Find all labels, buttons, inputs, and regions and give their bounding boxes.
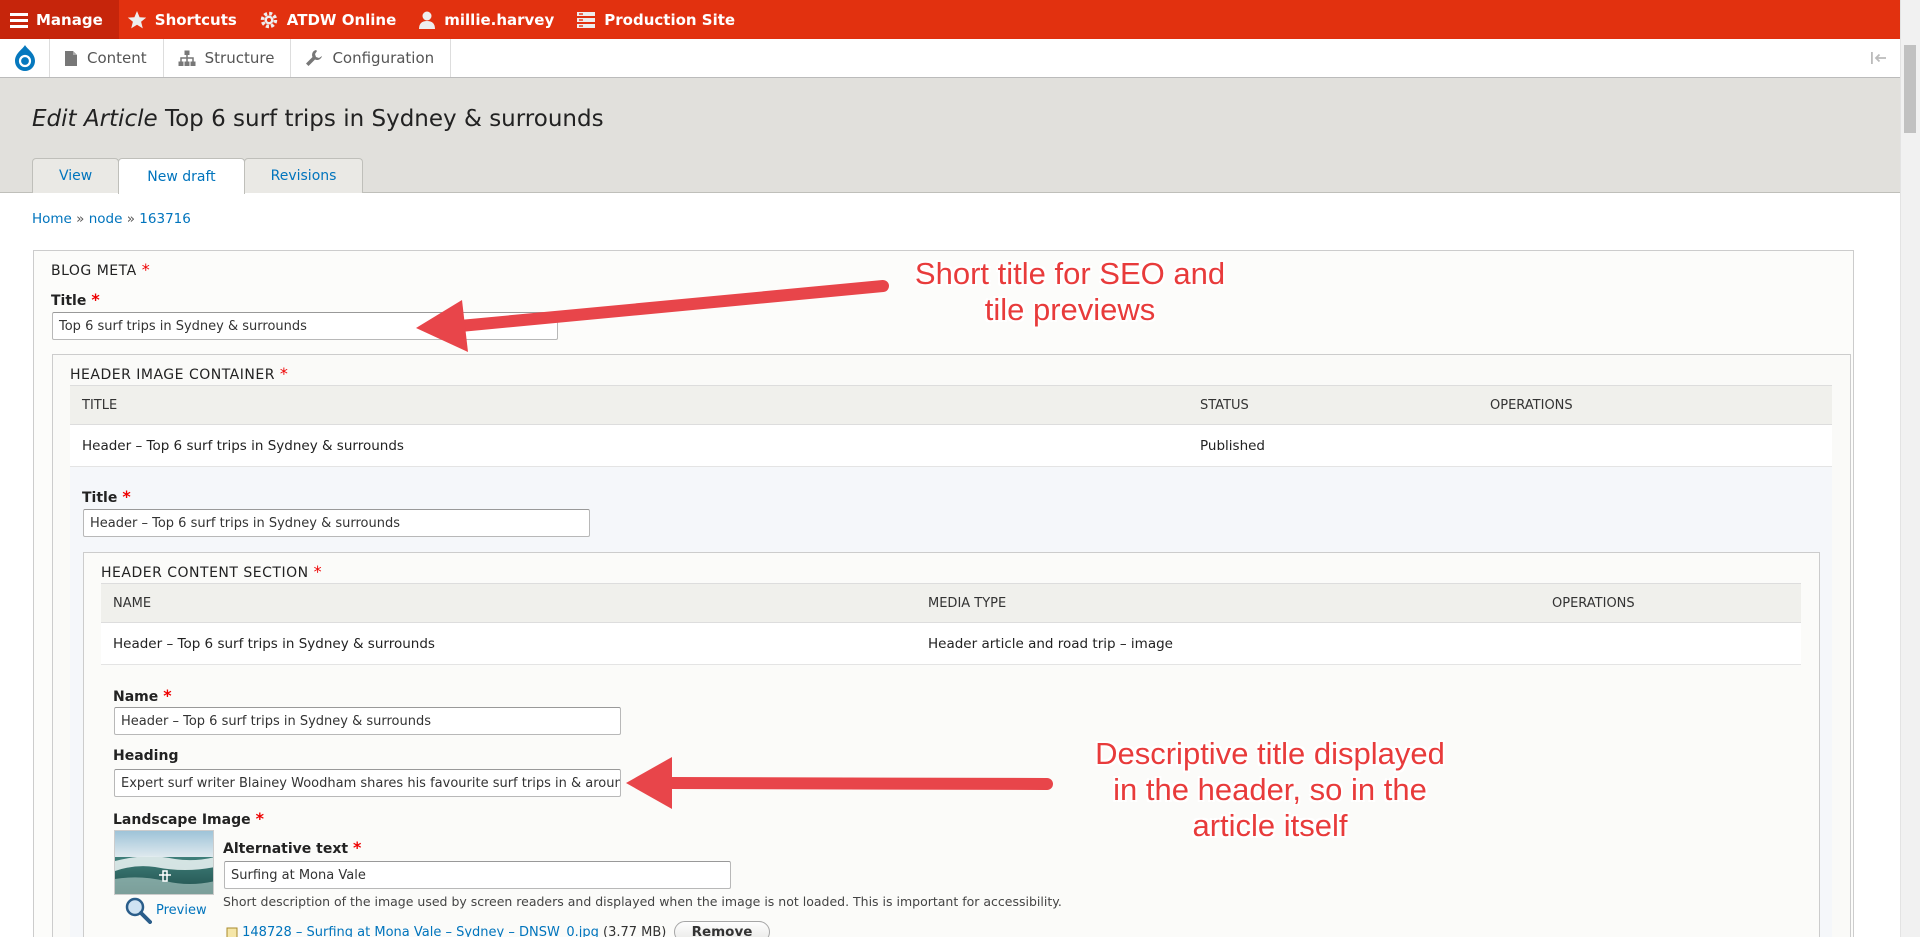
tray-orientation-toggle[interactable] — [1870, 50, 1888, 70]
page-title-prefix: Edit Article — [32, 106, 158, 132]
magnifier-icon — [125, 897, 152, 924]
blog-meta-title-input[interactable]: Top 6 surf trips in Sydney & surrounds — [52, 312, 558, 340]
annotation-heading: Descriptive title displayed in the heade… — [1060, 736, 1480, 844]
toolbar-shortcuts-label: Shortcuts — [154, 10, 237, 29]
collapse-left-icon — [1871, 52, 1886, 64]
tab-view[interactable]: View — [32, 158, 120, 193]
header-image-title-input[interactable]: Header – Top 6 surf trips in Sydney & su… — [83, 509, 590, 537]
landscape-image-label: Landscape Image * — [113, 809, 264, 828]
structure-icon — [178, 50, 196, 66]
gear-icon — [260, 11, 278, 28]
tray-content-label: Content — [87, 49, 147, 67]
toolbar-user[interactable]: millie.harvey — [410, 0, 568, 39]
server-icon — [577, 11, 596, 28]
document-icon — [65, 50, 77, 66]
page-title: Edit Article Top 6 surf trips in Sydney … — [32, 106, 604, 132]
breadcrumb-node-id[interactable]: 163716 — [139, 211, 191, 227]
header-image-table-head: TITLE STATUS OPERATIONS — [70, 385, 1832, 425]
scrollbar-thumb[interactable] — [1904, 45, 1916, 133]
annotation-line: tile previews — [984, 292, 1156, 327]
annotation-line: Short title for SEO and — [914, 256, 1226, 291]
column-title: TITLE — [82, 397, 118, 413]
alt-text-input[interactable]: Surfing at Mona Vale — [224, 861, 731, 889]
breadcrumb-home[interactable]: Home — [32, 211, 72, 227]
alt-text-label: Alternative text * — [223, 838, 362, 857]
page-title-text: Top 6 surf trips in Sydney & surrounds — [164, 106, 604, 132]
primary-tabs: View New draft Revisions — [32, 158, 364, 194]
blog-meta-legend: BLOG META * — [51, 260, 151, 279]
alt-text-description: Short description of the image used by s… — [223, 894, 1062, 909]
heading-label: Heading — [113, 748, 179, 764]
preview-link[interactable]: Preview — [124, 896, 207, 924]
file-item: 148728 – Surfing at Mona Vale – Sydney –… — [226, 925, 666, 937]
header-content-section-legend: HEADER CONTENT SECTION * — [101, 562, 323, 581]
tray-structure-label: Structure — [204, 49, 275, 67]
wrench-icon — [306, 50, 323, 66]
annotation-seo-title: Short title for SEO and tile previews — [880, 256, 1260, 328]
file-size: (3.77 MB) — [603, 925, 667, 937]
page-header: Edit Article Top 6 surf trips in Sydney … — [0, 78, 1900, 194]
annotation-line: article itself — [1192, 808, 1348, 843]
landscape-image-thumbnail[interactable] — [114, 830, 214, 895]
table-row: Header – Top 6 surf trips in Sydney & su… — [70, 425, 1832, 467]
surf-photo-image — [115, 831, 213, 894]
drupal-drop-icon — [14, 45, 35, 71]
toolbar-manage[interactable]: Manage — [0, 0, 119, 39]
column-media-type: MEDIA TYPE — [928, 595, 1007, 611]
tray-configuration[interactable]: Configuration — [291, 39, 452, 77]
admin-toolbar: Manage Shortcuts ATDW Online millie.harv… — [0, 0, 1900, 39]
breadcrumb: Home » node » 163716 — [32, 211, 191, 227]
hamburger-icon — [10, 12, 28, 28]
table-row: Header – Top 6 surf trips in Sydney & su… — [101, 623, 1801, 665]
remove-button[interactable]: Remove — [674, 921, 770, 937]
toolbar-tray: Content Structure Configuration — [0, 39, 1900, 78]
header-content-table-head: NAME MEDIA TYPE OPERATIONS — [101, 583, 1801, 623]
breadcrumb-separator: » — [76, 211, 85, 227]
toolbar-site[interactable]: ATDW Online — [251, 0, 410, 39]
column-status: STATUS — [1200, 397, 1249, 413]
annotation-line: in the header, so in the — [1113, 772, 1427, 807]
tray-structure[interactable]: Structure — [164, 39, 292, 77]
name-input[interactable]: Header – Top 6 surf trips in Sydney & su… — [114, 707, 621, 735]
column-operations: OPERATIONS — [1552, 595, 1635, 611]
tab-new-draft[interactable]: New draft — [118, 158, 245, 194]
column-name: NAME — [113, 595, 152, 611]
file-name-link[interactable]: 148728 – Surfing at Mona Vale – Sydney –… — [242, 925, 599, 937]
star-icon — [127, 10, 146, 28]
heading-input[interactable]: Expert surf writer Blainey Woodham share… — [114, 769, 621, 797]
row-status: Published — [1200, 437, 1265, 454]
tray-content[interactable]: Content — [50, 39, 164, 77]
name-label: Name * — [113, 686, 172, 705]
drupal-logo[interactable] — [0, 39, 50, 77]
toolbar-environment-label: Production Site — [604, 10, 736, 29]
header-image-title-label: Title * — [82, 487, 131, 506]
annotation-line: Descriptive title displayed — [1095, 736, 1445, 771]
user-icon — [419, 11, 436, 29]
row-title: Header – Top 6 surf trips in Sydney & su… — [82, 437, 404, 454]
breadcrumb-separator: » — [126, 211, 135, 227]
breadcrumb-node[interactable]: node — [89, 211, 123, 227]
row-media-type: Header article and road trip – image — [928, 635, 1173, 652]
tray-configuration-label: Configuration — [332, 49, 435, 67]
column-operations: OPERATIONS — [1490, 397, 1573, 413]
blog-meta-title-label: Title * — [51, 290, 100, 309]
toolbar-manage-label: Manage — [36, 10, 103, 29]
page-scrollbar[interactable] — [1900, 0, 1920, 937]
toolbar-site-label: ATDW Online — [286, 10, 397, 29]
row-name: Header – Top 6 surf trips in Sydney & su… — [113, 635, 435, 652]
toolbar-shortcuts[interactable]: Shortcuts — [119, 0, 251, 39]
header-image-container-legend: HEADER IMAGE CONTAINER * — [70, 364, 289, 383]
tab-revisions[interactable]: Revisions — [243, 158, 364, 193]
image-file-icon — [226, 927, 238, 937]
toolbar-environment[interactable]: Production Site — [568, 0, 749, 39]
preview-label: Preview — [156, 902, 207, 918]
toolbar-user-label: millie.harvey — [444, 10, 555, 29]
